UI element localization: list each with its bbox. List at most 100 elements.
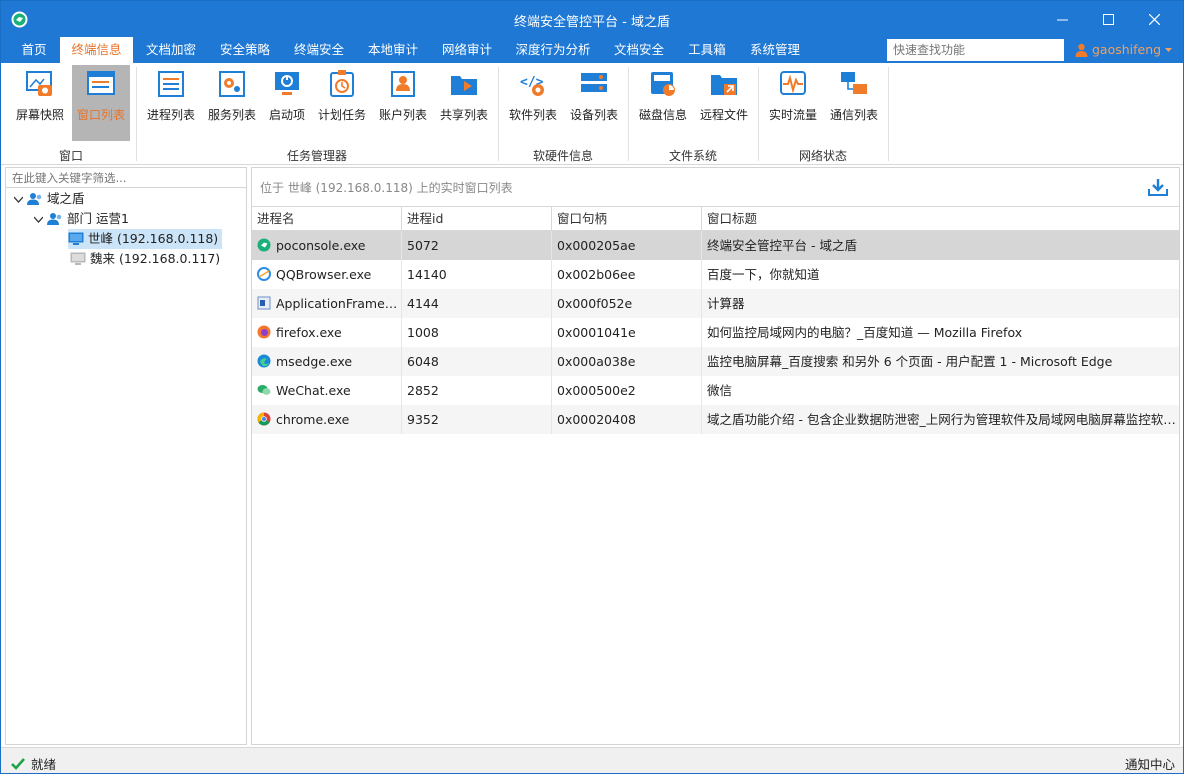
window-list-panel: 位于 世峰 (192.168.0.118) 上的实时窗口列表 进程名 进程id … <box>251 167 1180 745</box>
cell-pid: 4144 <box>402 289 552 318</box>
menu-doc-security[interactable]: 文档安全 <box>605 37 673 63</box>
menu-toolbox[interactable]: 工具箱 <box>679 37 735 63</box>
cell-handle: 0x002b06ee <box>552 260 702 289</box>
account-list-label: 账户列表 <box>378 108 427 122</box>
cell-process-name: firefox.exe <box>252 318 402 347</box>
menu-network-audit[interactable]: 网络审计 <box>433 37 501 63</box>
group-users-icon <box>27 193 42 205</box>
menu-doc-encrypt[interactable]: 文档加密 <box>137 37 205 63</box>
table-row[interactable]: msedge.exe 6048 0x000a038e 监控电脑屏幕_百度搜索 和… <box>252 347 1179 376</box>
tree-host[interactable]: 魏来 (192.168.0.117) <box>70 249 220 269</box>
software-list-button[interactable]: </> 软件列表 <box>504 65 562 141</box>
menu-local-audit[interactable]: 本地审计 <box>359 37 427 63</box>
tree-host-selected[interactable]: 世峰 (192.168.0.118) <box>68 229 223 249</box>
scheduled-tasks-label: 计划任务 <box>317 108 366 122</box>
menu-terminal-info[interactable]: 终端信息 <box>60 37 133 63</box>
tree-host-label: 世峰 (192.168.0.118) <box>88 231 219 246</box>
tree-node-root[interactable]: 域之盾 <box>14 189 85 209</box>
tree-host-label: 魏来 (192.168.0.117) <box>90 251 221 266</box>
service-list-label: 服务列表 <box>207 108 256 122</box>
startup-items-button[interactable]: 启动项 <box>258 65 316 141</box>
notification-center-button[interactable]: 通知中心 <box>1125 754 1175 773</box>
ribbon-toolbar: 屏幕快照 窗口列表 进程列表 服务列表 启动项 计划任务 账户列表 共享列表 <… <box>1 63 1183 165</box>
realtime-traffic-button[interactable]: 实时流量 <box>764 65 822 141</box>
wechat-icon <box>257 385 271 395</box>
menu-home[interactable]: 首页 <box>11 37 57 63</box>
cell-process-name: poconsole.exe <box>252 231 402 260</box>
share-list-label: 共享列表 <box>439 108 488 122</box>
column-header[interactable]: 进程id <box>402 207 552 231</box>
quick-search-input[interactable] <box>887 39 1064 61</box>
service-list-icon <box>219 71 245 97</box>
minimize-icon <box>1056 19 1068 20</box>
process-list-button[interactable]: 进程列表 <box>142 65 200 141</box>
menu-security-policy[interactable]: 安全策略 <box>211 37 279 63</box>
column-header[interactable]: 窗口标题 <box>702 207 1179 231</box>
device-tree-panel: 域之盾 部门 运营1 世峰 (192.168.0.118) 魏来 (192.16… <box>5 167 247 745</box>
ribbon-group-file-system: 文件系统 <box>668 149 717 163</box>
table-row[interactable]: WeChat.exe 2852 0x000500e2 微信 <box>252 376 1179 405</box>
user-name: gaoshifeng <box>1092 42 1162 57</box>
table-row[interactable]: poconsole.exe 5072 0x000205ae 终端安全管控平台 -… <box>252 231 1179 260</box>
device-list-label: 设备列表 <box>569 108 618 122</box>
service-list-button[interactable]: 服务列表 <box>203 65 261 141</box>
ribbon-separator <box>888 67 889 161</box>
maximize-button[interactable] <box>1085 1 1131 37</box>
firefox-icon <box>257 325 271 339</box>
communication-list-button[interactable]: 通信列表 <box>825 65 883 141</box>
download-icon[interactable] <box>1148 178 1168 196</box>
software-icon: </> <box>520 75 544 96</box>
close-button[interactable] <box>1131 1 1177 37</box>
qqbrowser-icon <box>257 267 271 281</box>
network-computers-icon <box>841 72 867 94</box>
cell-window-title: 微信 <box>707 383 733 398</box>
startup-icon <box>275 72 299 95</box>
column-header[interactable]: 窗口句柄 <box>552 207 702 231</box>
title-bar: 终端安全管控平台 - 域之盾 <box>1 1 1183 37</box>
tree-node-dept[interactable]: 部门 运营1 <box>34 209 129 229</box>
menu-system-admin[interactable]: 系统管理 <box>741 37 809 63</box>
app-frame-icon <box>257 296 271 310</box>
table-row[interactable]: chrome.exe 9352 0x00020408 域之盾功能介绍 - 包含企… <box>252 405 1179 434</box>
maximize-icon <box>1102 13 1114 25</box>
column-header[interactable]: 进程名 <box>252 207 402 231</box>
cell-pid: 9352 <box>402 405 552 434</box>
scheduled-tasks-button[interactable]: 计划任务 <box>313 65 371 141</box>
table-row[interactable]: ApplicationFrameH... 4144 0x000f052e 计算器 <box>252 289 1179 318</box>
process-name: chrome.exe <box>276 412 350 427</box>
screenshot-button[interactable]: 屏幕快照 <box>11 65 69 141</box>
chevron-down-icon <box>34 216 43 223</box>
ribbon-group-software-hardware: 软硬件信息 <box>532 149 593 163</box>
panel-header: 位于 世峰 (192.168.0.118) 上的实时窗口列表 <box>260 181 513 195</box>
process-list-icon <box>158 71 184 97</box>
cell-handle: 0x000205ae <box>552 231 702 260</box>
user-menu[interactable]: gaoshifeng <box>1075 37 1173 63</box>
cell-pid: 1008 <box>402 318 552 347</box>
disk-info-button[interactable]: 磁盘信息 <box>634 65 692 141</box>
device-list-button[interactable]: 设备列表 <box>565 65 623 141</box>
cell-window-title: 百度一下，你就知道 <box>707 267 820 282</box>
process-name: WeChat.exe <box>276 383 351 398</box>
menu-behavior-analysis[interactable]: 深度行为分析 <box>507 37 599 63</box>
cell-window-title: 如何监控局域网内的电脑？_百度知道 — Mozilla Firefox <box>707 325 1023 340</box>
window-list-button[interactable]: 窗口列表 <box>72 65 130 141</box>
cell-process-name: chrome.exe <box>252 405 402 434</box>
table-row[interactable]: firefox.exe 1008 0x0001041e 如何监控局域网内的电脑？… <box>252 318 1179 347</box>
remote-files-button[interactable]: 远程文件 <box>695 65 753 141</box>
disk-info-label: 磁盘信息 <box>638 108 687 122</box>
cell-window-title: 终端安全管控平台 - 域之盾 <box>707 238 857 253</box>
screen-snapshot-icon <box>26 71 52 96</box>
table-row[interactable]: QQBrowser.exe 14140 0x002b06ee 百度一下，你就知道 <box>252 260 1179 289</box>
minimize-button[interactable] <box>1039 1 1085 37</box>
account-list-button[interactable]: 账户列表 <box>374 65 432 141</box>
tree-dept-label: 部门 运营1 <box>67 211 129 226</box>
menu-terminal-security[interactable]: 终端安全 <box>285 37 353 63</box>
share-list-button[interactable]: 共享列表 <box>435 65 493 141</box>
process-name: firefox.exe <box>276 325 342 340</box>
screenshot-label: 屏幕快照 <box>15 108 64 122</box>
user-icon <box>1075 43 1088 57</box>
tree-filter-input[interactable] <box>6 168 246 188</box>
cell-pid: 5072 <box>402 231 552 260</box>
status-text: 就绪 <box>31 757 57 772</box>
realtime-traffic-label: 实时流量 <box>768 108 817 122</box>
